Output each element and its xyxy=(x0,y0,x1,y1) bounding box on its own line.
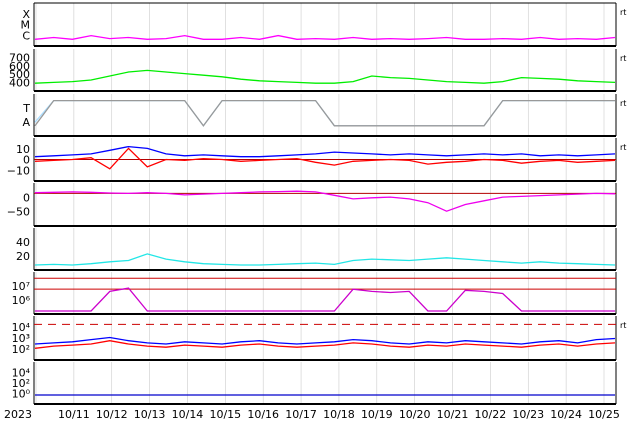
x-tick-label: 10/17 xyxy=(285,408,317,421)
x-tick-label: 10/21 xyxy=(437,408,469,421)
y-tick-label: 10² xyxy=(12,343,30,356)
x-tick-label: 2023 xyxy=(4,408,32,421)
y-tick-label: 40 xyxy=(16,236,30,249)
y-tick-label: 0 xyxy=(23,191,30,204)
x-tick-label: 10/16 xyxy=(247,408,279,421)
space-weather-chart: XMCrt700600500400rtTArt100−10rt0−5040201… xyxy=(4,2,626,421)
y-tick-label: 400 xyxy=(9,77,30,90)
x-tick-label: 10/24 xyxy=(550,408,582,421)
x-tick-label: 10/20 xyxy=(399,408,431,421)
y-tick-label: C xyxy=(22,29,30,42)
y-tick-label: 10⁷ xyxy=(12,280,30,293)
y-tick-label: −10 xyxy=(7,164,30,177)
y-tick-label: A xyxy=(22,116,30,129)
x-tick-label: 10/13 xyxy=(134,408,166,421)
x-tick-label: 10/22 xyxy=(475,408,507,421)
x-tick-label: 10/25 xyxy=(588,408,620,421)
y-tick-label: 20 xyxy=(16,250,30,263)
x-tick-label: 10/19 xyxy=(361,408,393,421)
right-label: rt xyxy=(620,321,626,330)
right-label: rt xyxy=(620,8,626,17)
y-tick-label: 10⁶ xyxy=(12,294,31,307)
x-tick-label: 10/18 xyxy=(323,408,355,421)
y-tick-label: 10⁰ xyxy=(12,388,31,401)
right-label: rt xyxy=(620,54,626,63)
x-tick-label: 10/11 xyxy=(58,408,90,421)
y-tick-label: −50 xyxy=(7,206,30,219)
x-tick-label: 10/12 xyxy=(96,408,128,421)
x-tick-label: 10/14 xyxy=(172,408,204,421)
x-tick-label: 10/23 xyxy=(512,408,544,421)
right-label: rt xyxy=(620,143,626,152)
y-tick-label: T xyxy=(22,102,30,115)
right-label: rt xyxy=(620,99,626,108)
x-tick-label: 10/15 xyxy=(209,408,241,421)
